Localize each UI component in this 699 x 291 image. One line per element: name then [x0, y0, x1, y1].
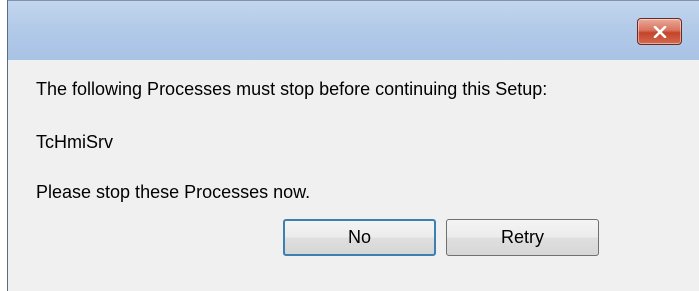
retry-button[interactable]: Retry	[446, 219, 599, 256]
no-button[interactable]: No	[283, 219, 436, 256]
message-text: The following Processes must stop before…	[36, 79, 548, 99]
setup-dialog: The following Processes must stop before…	[7, 0, 699, 291]
close-x-icon	[653, 26, 667, 38]
process-name: TcHmiSrv	[36, 132, 113, 152]
close-button[interactable]	[637, 18, 682, 45]
title-bar[interactable]	[8, 0, 699, 60]
instruction-text: Please stop these Processes now.	[36, 182, 311, 202]
dialog-content: The following Processes must stop before…	[8, 60, 699, 291]
